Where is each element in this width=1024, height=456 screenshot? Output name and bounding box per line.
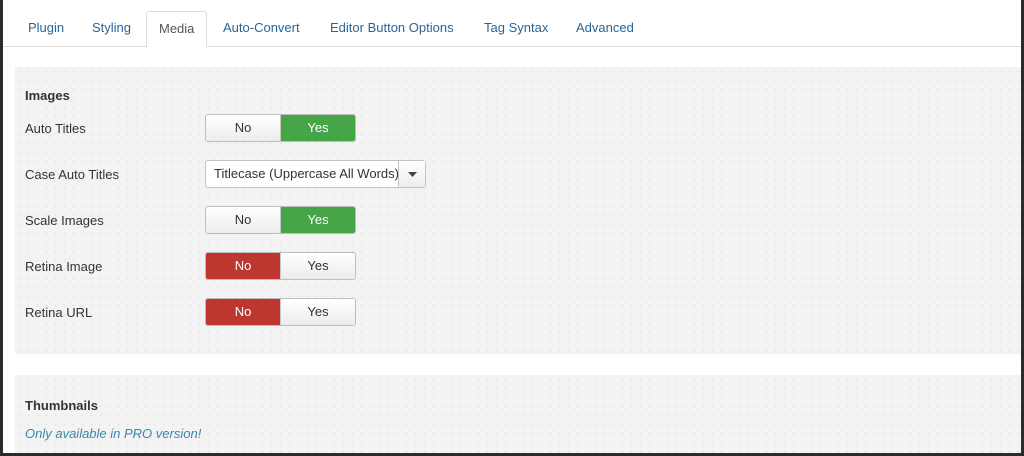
scale-images-no-option[interactable]: No	[206, 207, 280, 233]
tab-media[interactable]: Media	[146, 11, 208, 48]
thumbnails-panel: Thumbnails Only available in PRO version…	[15, 375, 1021, 453]
auto-titles-toggle: No Yes	[205, 114, 356, 142]
auto-titles-label: Auto Titles	[25, 121, 86, 136]
case-auto-titles-select[interactable]: Titlecase (Uppercase All Words)	[205, 160, 426, 188]
tab-styling[interactable]: Styling	[80, 11, 143, 48]
pro-version-note: Only available in PRO version!	[25, 426, 202, 441]
retina-url-label: Retina URL	[25, 305, 93, 320]
chevron-down-icon[interactable]	[398, 161, 425, 187]
tab-plugin[interactable]: Plugin	[16, 11, 76, 48]
retina-image-label: Retina Image	[25, 259, 103, 274]
plugin-settings-window: Plugin Styling Media Auto-Convert Editor…	[3, 0, 1021, 453]
auto-titles-no-option[interactable]: No	[206, 115, 280, 141]
scale-images-toggle: No Yes	[205, 206, 356, 234]
retina-image-toggle: No Yes	[205, 252, 356, 280]
tab-auto-convert[interactable]: Auto-Convert	[211, 11, 312, 48]
case-auto-titles-value: Titlecase (Uppercase All Words)	[214, 166, 398, 181]
retina-url-yes-option[interactable]: Yes	[280, 299, 355, 325]
thumbnails-section-title: Thumbnails	[25, 398, 98, 413]
retina-image-yes-option[interactable]: Yes	[280, 253, 355, 279]
auto-titles-yes-option[interactable]: Yes	[280, 115, 355, 141]
images-panel: Images Auto Titles No Yes Case Auto Titl…	[15, 67, 1021, 354]
retina-url-no-option[interactable]: No	[206, 299, 280, 325]
scale-images-yes-option[interactable]: Yes	[280, 207, 355, 233]
images-section-title: Images	[25, 88, 70, 103]
tab-tag-syntax[interactable]: Tag Syntax	[472, 11, 560, 48]
retina-url-toggle: No Yes	[205, 298, 356, 326]
scale-images-label: Scale Images	[25, 213, 104, 228]
tab-bar: Plugin Styling Media Auto-Convert Editor…	[3, 0, 1021, 48]
case-auto-titles-label: Case Auto Titles	[25, 167, 119, 182]
tab-advanced[interactable]: Advanced	[564, 11, 646, 48]
tab-editor-button-options[interactable]: Editor Button Options	[318, 11, 466, 48]
retina-image-no-option[interactable]: No	[206, 253, 280, 279]
